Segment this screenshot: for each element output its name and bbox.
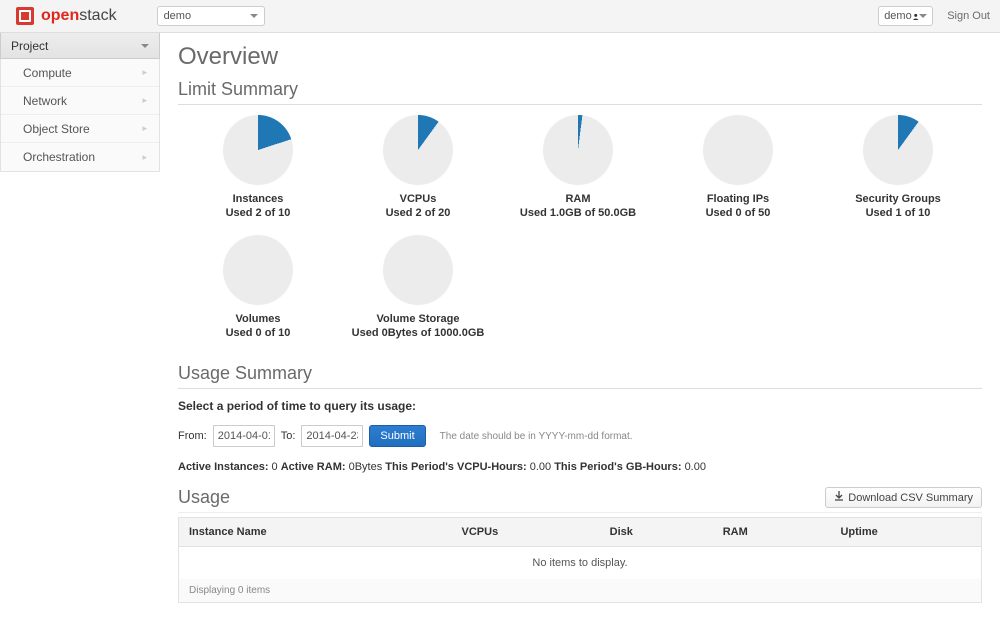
download-icon — [834, 491, 844, 504]
limit-label: Floating IPs — [707, 193, 769, 205]
col-disk[interactable]: Disk — [600, 518, 713, 547]
sign-out-link[interactable]: Sign Out — [947, 10, 990, 22]
limit-sublabel: Used 1.0GB of 50.0GB — [520, 207, 636, 219]
pie-chart — [223, 115, 293, 185]
gb-hours-label: This Period's GB-Hours: — [554, 461, 681, 473]
limit-label: Security Groups — [855, 193, 941, 205]
vcpu-hours-value: 0.00 — [530, 461, 551, 473]
empty-row: No items to display. — [179, 547, 982, 580]
project-dropdown[interactable]: demo — [157, 6, 265, 26]
chevron-down-icon — [250, 14, 258, 18]
submit-button[interactable]: Submit — [369, 425, 425, 447]
user-dropdown[interactable]: demo — [878, 6, 933, 26]
summary-stats: Active Instances: 0 Active RAM: 0Bytes T… — [178, 461, 982, 473]
pie-chart — [383, 235, 453, 305]
limit-label: RAM — [565, 193, 590, 205]
pie-chart — [543, 115, 613, 185]
topbar: openstack demo demo Sign Out — [0, 0, 1000, 33]
usage-header: Usage Download CSV Summary — [178, 487, 982, 513]
active-ram-value: 0Bytes — [349, 461, 383, 473]
sidebar-item-network[interactable]: Network ▸ — [1, 87, 159, 115]
vcpu-hours-label: This Period's VCPU-Hours: — [385, 461, 526, 473]
pie-chart — [383, 115, 453, 185]
logo-stack: stack — [79, 7, 116, 25]
logo[interactable]: openstack — [15, 6, 117, 26]
col-instance-name[interactable]: Instance Name — [179, 518, 452, 547]
limit-label: Volumes — [235, 313, 280, 325]
active-instances-value: 0 — [272, 461, 278, 473]
sidebar-item-label: Object Store — [23, 122, 90, 136]
date-hint: The date should be in YYYY-mm-dd format. — [440, 431, 633, 442]
to-date-input[interactable] — [301, 425, 363, 447]
limit-label: Instances — [233, 193, 284, 205]
chevron-down-icon — [919, 14, 927, 18]
limit-sublabel: Used 0 of 50 — [706, 207, 771, 219]
sidebar-item-compute[interactable]: Compute ▸ — [1, 59, 159, 87]
period-prompt: Select a period of time to query its usa… — [178, 399, 982, 413]
chevron-right-icon: ▸ — [142, 67, 147, 78]
usage-query-form: From: To: Submit The date should be in Y… — [178, 425, 982, 447]
page-title: Overview — [178, 43, 982, 71]
chevron-right-icon: ▸ — [142, 123, 147, 134]
limit-item-instances: Instances Used 2 of 10 — [178, 115, 338, 219]
sidebar-item-label: Orchestration — [23, 150, 95, 164]
chevron-right-icon: ▸ — [142, 152, 147, 163]
limit-sublabel: Used 2 of 20 — [386, 207, 451, 219]
col-vcpus[interactable]: VCPUs — [452, 518, 600, 547]
download-csv-label: Download CSV Summary — [848, 492, 973, 504]
download-csv-button[interactable]: Download CSV Summary — [825, 487, 982, 508]
chevron-right-icon: ▸ — [142, 95, 147, 106]
limit-label: Volume Storage — [377, 313, 460, 325]
active-ram-label: Active RAM: — [281, 461, 346, 473]
sidebar-item-label: Network — [23, 94, 67, 108]
limit-sublabel: Used 0 of 10 — [226, 327, 291, 339]
limit-item-floating-ips: Floating IPs Used 0 of 50 — [658, 115, 818, 219]
usage-summary-title: Usage Summary — [178, 363, 982, 389]
limit-item-security-groups: Security Groups Used 1 of 10 — [818, 115, 978, 219]
from-date-input[interactable] — [213, 425, 275, 447]
limit-sublabel: Used 2 of 10 — [226, 207, 291, 219]
limit-item-volumes: Volumes Used 0 of 10 — [178, 235, 338, 339]
sidebar-list: Compute ▸ Network ▸ Object Store ▸ Orche… — [0, 59, 160, 172]
sidebar-item-label: Compute — [23, 66, 72, 80]
pie-chart — [223, 235, 293, 305]
main-content: Overview Limit Summary Instances Used 2 o… — [160, 33, 1000, 623]
from-label: From: — [178, 430, 207, 442]
limit-summary-title: Limit Summary — [178, 79, 982, 105]
limit-item-vcpus: VCPUs Used 2 of 20 — [338, 115, 498, 219]
limit-item-volume-storage: Volume Storage Used 0Bytes of 1000.0GB — [338, 235, 498, 339]
user-selected-label: demo — [884, 10, 912, 22]
limit-grid: Instances Used 2 of 10 VCPUs Used 2 of 20 RA… — [178, 115, 982, 355]
gb-hours-value: 0.00 — [685, 461, 706, 473]
sidebar-header-label: Project — [11, 39, 48, 53]
col-ram[interactable]: RAM — [713, 518, 831, 547]
col-uptime[interactable]: Uptime — [830, 518, 981, 547]
logo-text: openstack — [41, 7, 117, 25]
usage-title: Usage — [178, 487, 230, 508]
usage-table: Instance Name VCPUs Disk RAM Uptime No i… — [178, 517, 982, 603]
chevron-down-icon — [141, 44, 149, 48]
limit-label: VCPUs — [400, 193, 437, 205]
to-label: To: — [281, 430, 296, 442]
logo-open: open — [41, 7, 79, 25]
project-selected-label: demo — [164, 10, 192, 22]
sidebar-header-project[interactable]: Project — [0, 33, 160, 59]
limit-sublabel: Used 0Bytes of 1000.0GB — [352, 327, 485, 339]
user-icon — [912, 11, 919, 21]
limit-item-ram: RAM Used 1.0GB of 50.0GB — [498, 115, 658, 219]
active-instances-label: Active Instances: — [178, 461, 268, 473]
pie-chart — [863, 115, 933, 185]
sidebar-item-object-store[interactable]: Object Store ▸ — [1, 115, 159, 143]
table-footer: Displaying 0 items — [179, 579, 982, 603]
limit-sublabel: Used 1 of 10 — [866, 207, 931, 219]
sidebar-item-orchestration[interactable]: Orchestration ▸ — [1, 143, 159, 171]
openstack-logo-icon — [15, 6, 35, 26]
pie-chart — [703, 115, 773, 185]
sidebar: Project Compute ▸ Network ▸ Object Store… — [0, 33, 160, 623]
